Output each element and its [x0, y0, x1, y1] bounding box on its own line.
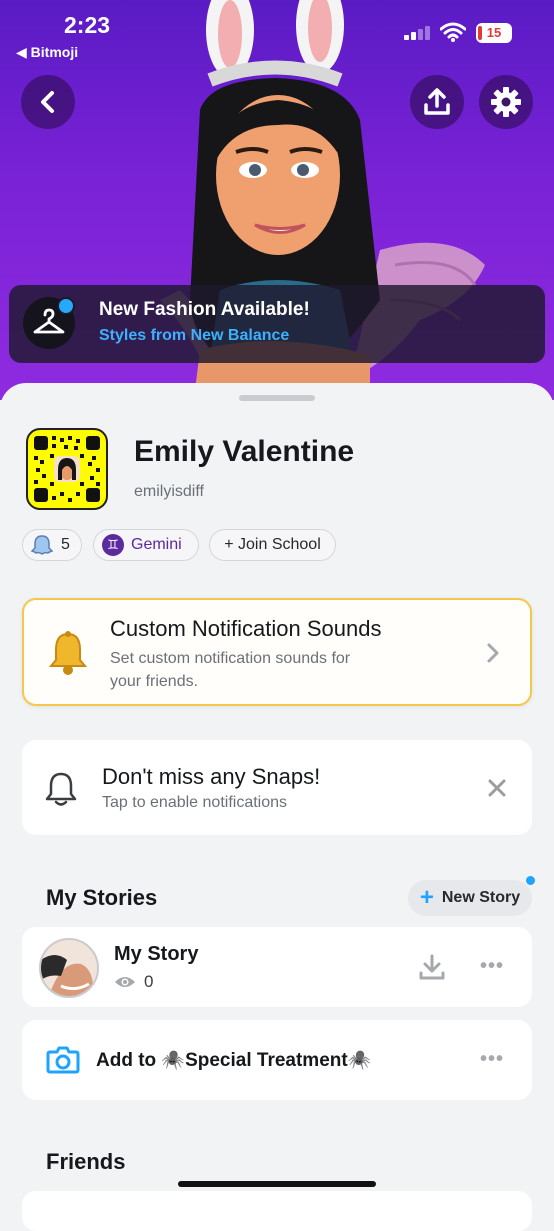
share-upload-icon: [424, 88, 450, 115]
special-story-more-options-icon[interactable]: •••: [480, 1048, 504, 1071]
new-story-label: New Story: [441, 889, 521, 906]
my-stories-heading: My Stories: [46, 885, 158, 910]
back-to-app-link[interactable]: ◀ Bitmoji: [16, 44, 78, 61]
card-subtitle: Tap to enable notifications: [102, 794, 288, 811]
zodiac-label: Gemini: [131, 536, 182, 553]
bitmoji-hero: 2:23 ◀ Bitmoji 15 New Fashion Available!…: [0, 0, 554, 400]
profile-sheet: Emily Valentine emilyisdiff 5 ♊ Gemini +…: [0, 383, 554, 1231]
gemini-icon: ♊: [102, 534, 124, 556]
story-thumbnail: [39, 938, 99, 998]
zodiac-pill[interactable]: ♊ Gemini: [93, 529, 199, 561]
bell-icon: [48, 631, 88, 675]
status-time: 2:23: [64, 12, 111, 38]
my-story-row[interactable]: My Story 0 •••: [22, 927, 532, 1007]
card-subtitle-line-2: your friends.: [110, 673, 199, 690]
banner-subtitle[interactable]: Styles from New Balance: [99, 327, 289, 345]
snapcode[interactable]: [26, 428, 108, 510]
friends-count-pill[interactable]: 5: [22, 529, 82, 561]
gear-icon: [491, 87, 521, 117]
story-thumbnail-image: [41, 940, 97, 996]
enable-notifications-card[interactable]: Don't miss any Snaps! Tap to enable noti…: [22, 740, 532, 835]
new-story-button[interactable]: + New Story: [408, 880, 532, 916]
join-school-label: + Join School: [224, 536, 321, 553]
back-button[interactable]: [21, 75, 75, 129]
download-icon[interactable]: [418, 953, 446, 981]
close-icon[interactable]: [488, 779, 506, 797]
friends-heading: Friends: [46, 1149, 126, 1174]
username: emilyisdiff: [134, 483, 204, 500]
new-fashion-banner[interactable]: New Fashion Available! Styles from New B…: [9, 285, 545, 363]
custom-notification-sounds-card[interactable]: Custom Notification Sounds Set custom no…: [22, 598, 532, 706]
join-school-pill[interactable]: + Join School: [209, 529, 336, 561]
camera-icon: [46, 1046, 80, 1074]
card-title: Don't miss any Snaps!: [102, 764, 321, 789]
chevron-left-icon: [41, 91, 54, 113]
share-button[interactable]: [410, 75, 464, 129]
card-subtitle-line-1: Set custom notification sounds for: [110, 650, 351, 667]
settings-button[interactable]: [479, 75, 533, 129]
add-to-story-label: Add to 🕷️Special Treatment🕷️: [96, 1050, 372, 1071]
ghost-icon: [31, 535, 53, 555]
story-view-count: 0: [144, 972, 154, 991]
story-more-options-icon[interactable]: •••: [480, 955, 504, 978]
new-story-dot: [526, 876, 535, 885]
chevron-right-icon: [487, 643, 499, 663]
sheet-drag-handle[interactable]: [239, 395, 315, 401]
friends-card-top: [22, 1191, 532, 1231]
banner-unread-dot: [57, 297, 75, 315]
card-title: Custom Notification Sounds: [110, 616, 382, 641]
home-indicator[interactable]: [178, 1181, 376, 1187]
display-name: Emily Valentine: [134, 435, 355, 468]
eye-icon: [115, 977, 135, 987]
story-title: My Story: [114, 943, 199, 965]
bell-outline-icon: [45, 772, 77, 806]
snapcode-qr-image: [34, 436, 100, 502]
banner-title: New Fashion Available!: [99, 299, 310, 320]
plus-icon: +: [419, 884, 434, 911]
friends-count: 5: [61, 536, 70, 553]
add-to-special-treatment-row[interactable]: Add to 🕷️Special Treatment🕷️ •••: [22, 1020, 532, 1100]
